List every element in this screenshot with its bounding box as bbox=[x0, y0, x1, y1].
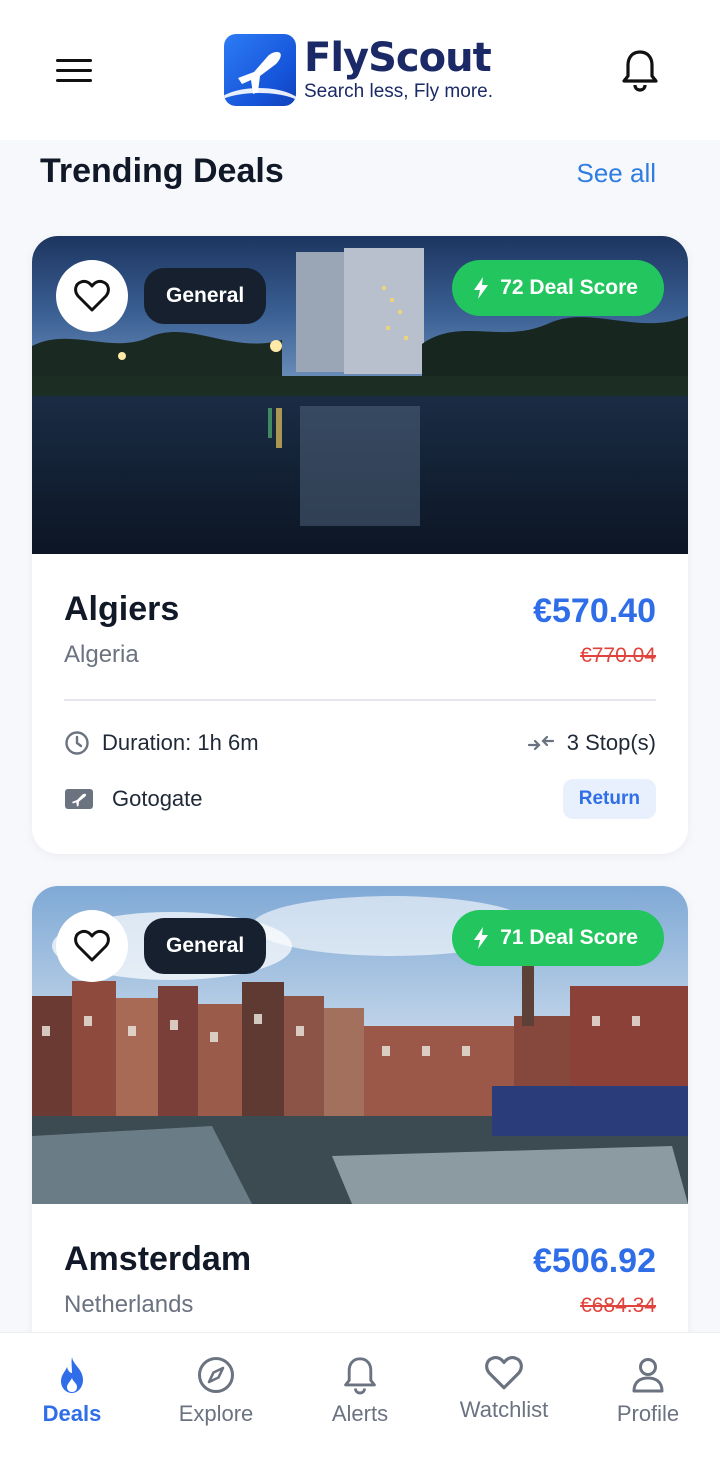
destination-country: Netherlands bbox=[64, 1291, 194, 1318]
deal-score-badge: 71 Deal Score bbox=[452, 910, 664, 966]
brand-logo: FlyScout Search less, Fly more. bbox=[224, 33, 493, 107]
nav-label-watchlist: Watchlist bbox=[459, 1397, 549, 1422]
flight-duration: Duration: 1h 6m bbox=[102, 730, 259, 755]
nav-label-explore: Explore bbox=[178, 1401, 254, 1426]
deal-card[interactable]: General 72 Deal Score Algiers Algeria €5… bbox=[32, 236, 688, 854]
original-price: €770.04 bbox=[580, 644, 656, 667]
flame-icon bbox=[61, 1357, 83, 1393]
clock-icon bbox=[65, 731, 89, 755]
nav-item-alerts[interactable]: Alerts bbox=[288, 1333, 432, 1460]
section-title: Trending Deals bbox=[40, 152, 284, 190]
lightning-icon bbox=[474, 277, 489, 299]
menu-button[interactable] bbox=[56, 50, 104, 90]
destination-country: Algeria bbox=[64, 641, 139, 668]
booking-provider: Gotogate bbox=[112, 786, 203, 811]
stops-icon bbox=[527, 735, 554, 751]
deal-score-label: 71 Deal Score bbox=[500, 926, 638, 949]
nav-item-explore[interactable]: Explore bbox=[144, 1333, 288, 1460]
deal-score-badge: 72 Deal Score bbox=[452, 260, 664, 316]
user-icon bbox=[632, 1358, 664, 1393]
app-header: FlyScout Search less, Fly more. bbox=[0, 0, 720, 140]
compass-icon bbox=[198, 1357, 234, 1393]
divider bbox=[64, 699, 656, 701]
category-tag: General bbox=[144, 918, 267, 974]
nav-label-profile: Profile bbox=[616, 1401, 680, 1426]
nav-item-watchlist[interactable]: Watchlist bbox=[432, 1333, 576, 1460]
favorite-button[interactable] bbox=[56, 260, 128, 332]
trip-type-badge: Return bbox=[562, 779, 656, 819]
nav-label-alerts: Alerts bbox=[331, 1401, 389, 1426]
original-price: €684.34 bbox=[580, 1294, 656, 1317]
nav-item-deals[interactable]: Deals bbox=[0, 1333, 144, 1460]
heart-icon bbox=[485, 1356, 523, 1390]
category-tag: General bbox=[144, 268, 267, 324]
bell-icon bbox=[622, 50, 658, 92]
heart-icon bbox=[74, 929, 110, 962]
brand-tagline: Search less, Fly more. bbox=[304, 81, 493, 102]
deal-score-label: 72 Deal Score bbox=[500, 276, 638, 299]
hamburger-icon bbox=[56, 58, 92, 62]
stop-count: 3 Stop(s) bbox=[566, 730, 656, 755]
bottom-nav: Deals Explore Alerts Watchlist Profile bbox=[0, 1332, 720, 1460]
deal-card[interactable]: General 71 Deal Score Amsterdam Netherla… bbox=[32, 886, 688, 1366]
plane-logo-icon bbox=[224, 34, 296, 106]
bell-icon bbox=[344, 1357, 376, 1395]
see-all-link[interactable]: See all bbox=[577, 158, 657, 189]
ticket-icon bbox=[65, 789, 93, 809]
lightning-icon bbox=[474, 927, 489, 949]
nav-label-deals: Deals bbox=[42, 1401, 102, 1426]
heart-icon bbox=[74, 279, 110, 312]
deal-price: €570.40 bbox=[533, 592, 656, 630]
notifications-button[interactable] bbox=[620, 48, 660, 92]
destination-image: General 71 Deal Score bbox=[32, 886, 688, 1204]
destination-image: General 72 Deal Score bbox=[32, 236, 688, 554]
favorite-button[interactable] bbox=[56, 910, 128, 982]
nav-item-profile[interactable]: Profile bbox=[576, 1333, 720, 1460]
brand-name: FlyScout bbox=[304, 35, 492, 81]
deal-price: €506.92 bbox=[533, 1242, 656, 1280]
